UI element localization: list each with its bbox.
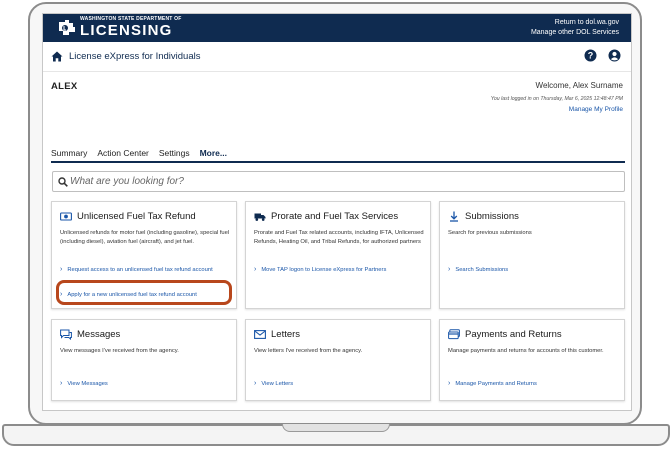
user-name: ALEX — [51, 81, 78, 92]
tab-summary[interactable]: Summary — [51, 148, 87, 162]
messages-icon — [60, 329, 72, 340]
chevron-right-icon: › — [60, 266, 63, 273]
app-header: License eXpress for Individuals ? — [43, 42, 631, 72]
manage-other-services-link[interactable]: Manage other DOL Services — [531, 28, 619, 38]
link-label: View Messages — [67, 381, 108, 387]
card-title: Payments and Returns — [465, 329, 562, 340]
user-info: ALEX Welcome, Alex Surname You last logg… — [43, 72, 631, 152]
card-prorate-fuel-tax: Prorate and Fuel Tax Services Prorate an… — [245, 201, 431, 309]
manage-payments-link[interactable]: › Manage Payments and Returns — [448, 380, 620, 389]
payment-card-icon — [448, 329, 460, 340]
search-input[interactable] — [70, 174, 610, 189]
account-icon[interactable] — [608, 49, 621, 62]
tab-settings[interactable]: Settings — [159, 148, 190, 162]
return-to-dol-link[interactable]: Return to dol.wa.gov — [531, 18, 619, 28]
top-banner: WASHINGTON STATE DEPARTMENT OF LICENSING… — [43, 14, 631, 42]
redaction-block — [83, 77, 209, 93]
app-title: License eXpress for Individuals — [69, 51, 201, 62]
card-messages: Messages View messages I've received fro… — [51, 319, 237, 401]
search-submissions-link[interactable]: › Search Submissions — [448, 266, 620, 275]
chevron-right-icon: › — [254, 380, 257, 387]
download-icon — [450, 211, 458, 222]
tab-more[interactable]: More... — [200, 148, 227, 162]
card-description: View letters I've received from the agen… — [254, 348, 363, 354]
nav-tabs: Summary Action Center Settings More... — [51, 148, 625, 162]
card-description: Unlicensed refunds for motor fuel (inclu… — [60, 230, 230, 245]
chevron-right-icon: › — [60, 380, 63, 387]
truck-icon — [254, 213, 266, 221]
move-tap-logon-link[interactable]: › Move TAP logon to License eXpress for … — [254, 266, 426, 275]
link-label: Request access to an unlicensed fuel tax… — [67, 267, 213, 273]
svg-text:?: ? — [588, 51, 594, 61]
browser-screen: WASHINGTON STATE DEPARTMENT OF LICENSING… — [42, 13, 632, 411]
request-access-link[interactable]: › Request access to an unlicensed fuel t… — [60, 266, 232, 275]
welcome-text: Welcome, Alex Surname — [535, 81, 623, 90]
logo-big-text: LICENSING — [80, 22, 173, 39]
last-login-text: You last logged in on Thursday, Mar 6, 2… — [490, 96, 623, 102]
card-submissions: Submissions Search for previous submissi… — [439, 201, 625, 309]
card-letters: Letters View letters I've received from … — [245, 319, 431, 401]
chevron-right-icon: › — [448, 380, 451, 387]
tabs-divider — [51, 161, 625, 163]
card-title: Messages — [77, 329, 121, 340]
chevron-right-icon: › — [254, 266, 257, 273]
card-description: View messages I've received from the age… — [60, 348, 179, 354]
search-bar[interactable] — [52, 171, 625, 192]
cash-icon — [60, 212, 72, 221]
wa-state-logo-icon — [59, 19, 75, 35]
view-messages-link[interactable]: › View Messages — [60, 380, 232, 389]
dol-logo[interactable]: WASHINGTON STATE DEPARTMENT OF LICENSING — [57, 17, 181, 38]
callout-highlight — [56, 280, 232, 305]
view-letters-link[interactable]: › View Letters — [254, 380, 426, 389]
card-title: Prorate and Fuel Tax Services — [271, 211, 399, 222]
manage-profile-link[interactable]: Manage My Profile — [569, 106, 623, 113]
chevron-right-icon: › — [448, 266, 451, 273]
laptop-notch — [282, 424, 390, 432]
help-icon[interactable]: ? — [584, 49, 597, 62]
link-label: Move TAP logon to License eXpress for Pa… — [261, 267, 387, 273]
card-description: Search for previous submissions — [448, 230, 532, 236]
card-description: Manage payments and returns for accounts… — [448, 348, 604, 354]
link-label: View Letters — [261, 381, 294, 387]
card-title: Submissions — [465, 211, 519, 222]
home-icon[interactable] — [51, 51, 63, 62]
card-title: Letters — [271, 329, 301, 340]
card-title: Unlicensed Fuel Tax Refund — [77, 211, 196, 222]
redaction-block — [51, 108, 127, 148]
link-label: Manage Payments and Returns — [455, 381, 537, 387]
link-label: Search Submissions — [455, 267, 509, 273]
tab-action-center[interactable]: Action Center — [97, 148, 149, 162]
envelope-icon — [254, 330, 266, 339]
search-icon — [58, 177, 68, 187]
card-payments-returns: Payments and Returns Manage payments and… — [439, 319, 625, 401]
card-description: Prorate and Fuel Tax related accounts, i… — [254, 230, 424, 245]
